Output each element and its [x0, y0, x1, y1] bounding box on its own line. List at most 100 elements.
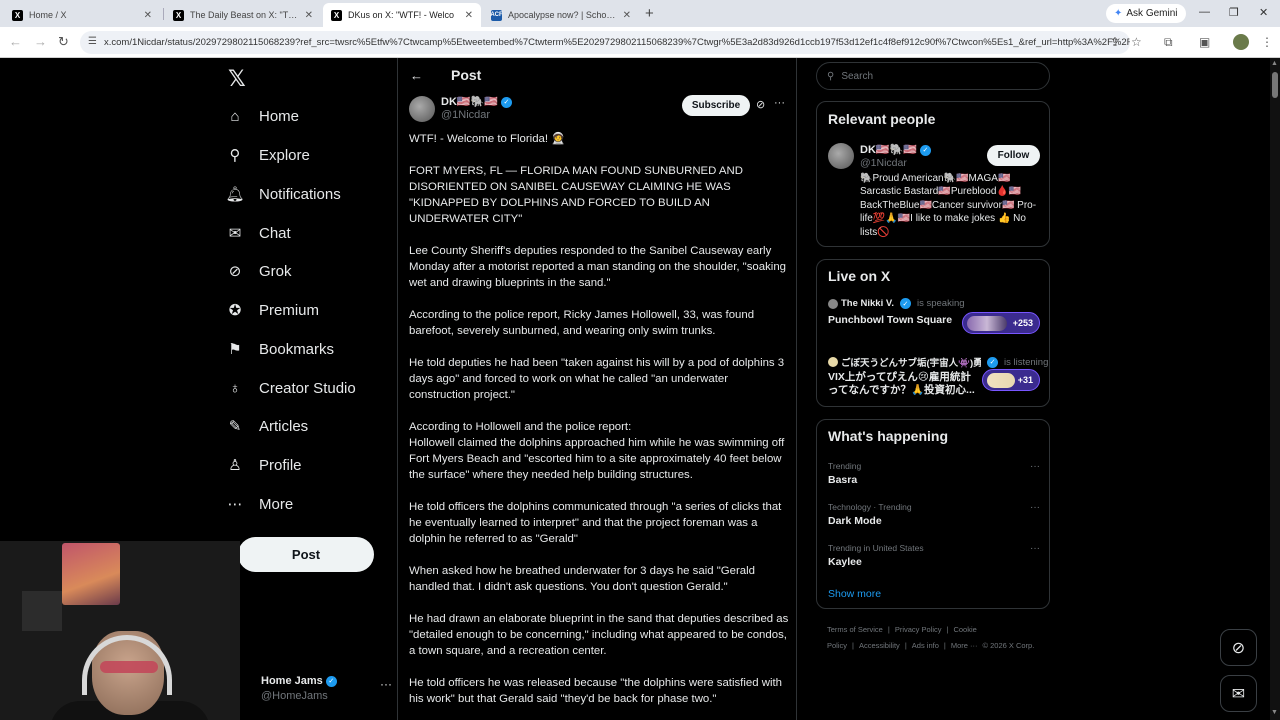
scroll-up-icon[interactable]: ▲	[1271, 60, 1278, 67]
footer-separator: |	[946, 625, 949, 634]
show-more-link[interactable]: Show more	[828, 588, 881, 600]
account-switcher[interactable]: Home Jams ✓ @HomeJams ···	[232, 672, 392, 706]
post-button[interactable]: Post	[238, 537, 374, 572]
post-paragraph: FORT MYERS, FL — FLORIDA MAN FOUND SUNBU…	[409, 165, 743, 225]
close-window-icon[interactable]: ✕	[1259, 6, 1268, 19]
nav-item-label: Creator Studio	[259, 379, 356, 397]
trend-item[interactable]: Technology · Trending Dark Mode ···	[828, 502, 1040, 527]
person-name[interactable]: DK🇺🇸🐘🇺🇸 ✓	[860, 143, 931, 156]
nav-item-creator-studio[interactable]: ♁ Creator Studio	[226, 373, 356, 403]
listener-count-pill[interactable]: +253	[962, 312, 1040, 334]
close-tab-icon[interactable]: ✕	[144, 10, 152, 21]
account-more-icon[interactable]: ···	[380, 677, 392, 691]
side-panel-icon[interactable]: ▣	[1199, 35, 1210, 49]
nav-item-home[interactable]: ⌂ Home	[226, 101, 299, 131]
trend-more-icon[interactable]: ···	[1030, 543, 1040, 554]
verified-badge-icon: ✓	[987, 356, 998, 368]
nav-item-bookmarks[interactable]: ⚑ Bookmarks	[226, 334, 334, 364]
address-bar[interactable]: ☰ x.com/1Nicdar/status/20297298021150682…	[80, 31, 1130, 54]
trend-item[interactable]: Trending in United States Kaylee ···	[828, 543, 1040, 568]
browser-tab-active[interactable]: X DKus on X: "WTF! - Welco ✕	[323, 3, 481, 27]
back-icon[interactable]: ←	[9, 34, 22, 49]
post-paragraph: He told officers he was released because…	[409, 677, 782, 705]
footer-links: Terms of Service | Privacy Policy | Cookie P…	[827, 622, 1047, 654]
browser-menu-icon[interactable]: ⋮	[1261, 35, 1273, 49]
ask-gemini-button[interactable]: ✦ Ask Gemini	[1106, 4, 1186, 23]
close-tab-icon[interactable]: ✕	[305, 10, 313, 21]
relevant-people-panel: Relevant people DK🇺🇸🐘🇺🇸 ✓ @1Nicdar Follow…	[816, 101, 1050, 247]
browser-tab[interactable]: X The Daily Beast on X: "The fam ✕	[165, 3, 321, 27]
browser-tab[interactable]: ACF Apocalypse now? | School of So ✕	[483, 3, 639, 27]
footer-link[interactable]: Ads info	[912, 641, 939, 650]
trend-more-icon[interactable]: ···	[1030, 461, 1040, 472]
restore-icon[interactable]: ❐	[1229, 6, 1239, 19]
footer-separator: |	[904, 641, 907, 650]
bookmark-icon: ⚑	[228, 341, 242, 358]
footer-link[interactable]: Terms of Service	[827, 625, 883, 634]
trend-more-icon[interactable]: ···	[1030, 502, 1040, 513]
live-space[interactable]: The Nikki V. ✓ is speaking Punchbowl Town …	[828, 298, 1040, 342]
subscribe-button[interactable]: Subscribe	[682, 95, 750, 116]
listener-avatars	[967, 316, 1007, 331]
nav-item-notifications[interactable]: 🔔︎ Notifications	[225, 179, 341, 209]
person-handle[interactable]: @1Nicdar	[860, 157, 907, 169]
grok-icon[interactable]: ⊘	[756, 98, 765, 111]
space-title: Punchbowl Town Square	[828, 314, 953, 326]
footer-separator: |	[943, 641, 946, 650]
scrollbar[interactable]: ▲ ▼	[1270, 58, 1280, 720]
trend-item[interactable]: Trending Basra ···	[828, 461, 1040, 486]
page-title: Post	[451, 67, 482, 83]
webcam-overlay	[0, 541, 240, 720]
nav-item-label: Notifications	[259, 185, 341, 203]
site-info-icon[interactable]: ☰	[88, 36, 97, 47]
search-icon: ⚲	[229, 147, 241, 164]
author-name[interactable]: DK🇺🇸🐘🇺🇸 ✓	[441, 95, 512, 108]
browser-tab[interactable]: X Home / X ✕	[4, 3, 160, 27]
author-name-text: DK🇺🇸🐘🇺🇸	[441, 96, 498, 108]
scroll-thumb[interactable]	[1272, 72, 1278, 98]
nav-item-premium[interactable]: ✪ Premium	[226, 295, 319, 325]
follow-button[interactable]: Follow	[987, 145, 1040, 166]
close-tab-icon[interactable]: ✕	[623, 10, 631, 21]
browser-tab-strip: X Home / X ✕ X The Daily Beast on X: "Th…	[0, 0, 1280, 27]
back-arrow-icon[interactable]: ←	[410, 68, 423, 83]
bookmark-star-icon[interactable]: ☆	[1131, 35, 1142, 49]
gemini-sparkle-icon: ✦	[1114, 8, 1123, 19]
footer-link[interactable]: More ···	[951, 641, 978, 650]
reload-icon[interactable]: ↻	[58, 34, 69, 50]
footer-link[interactable]: © 2026 X Corp.	[983, 641, 1035, 650]
footer-link[interactable]: Privacy Policy	[895, 625, 942, 634]
install-app-icon[interactable]: ⇪	[1110, 35, 1120, 49]
browser-profile-avatar[interactable]	[1233, 34, 1249, 50]
premium-icon: ✪	[228, 302, 242, 319]
forward-icon[interactable]: →	[34, 34, 47, 49]
more-options-icon[interactable]: ···	[774, 97, 785, 109]
trend-topic: Basra	[828, 474, 858, 486]
listener-count-pill[interactable]: +31	[982, 369, 1040, 391]
nav-item-profile[interactable]: ♙ Profile	[226, 450, 301, 480]
nav-item-explore[interactable]: ⚲ Explore	[226, 140, 310, 170]
nav-item-chat[interactable]: ✉ Chat	[226, 218, 291, 248]
avatar[interactable]	[828, 143, 854, 169]
ask-gemini-label: Ask Gemini	[1126, 8, 1178, 19]
minimize-icon[interactable]: —	[1199, 6, 1210, 18]
x-favicon-icon: X	[12, 9, 23, 21]
nav-item-articles[interactable]: ✎ Articles	[226, 411, 308, 441]
nav-item-grok[interactable]: ⊘ Grok	[226, 256, 292, 286]
live-space[interactable]: ごぼ天うどんサブ垢(宇宙人👾)勇... ✓ is listening VIX上がって…	[828, 355, 1048, 399]
post-header: ← Post	[398, 65, 481, 85]
extensions-icon[interactable]: ⧉	[1164, 35, 1173, 50]
grok-floating-button[interactable]: ⊘	[1220, 629, 1257, 666]
author-avatar[interactable]	[409, 96, 435, 122]
footer-link[interactable]: Accessibility	[859, 641, 900, 650]
account-name-text: Home Jams	[261, 675, 323, 687]
new-tab-icon[interactable]: +	[645, 5, 654, 22]
author-handle[interactable]: @1Nicdar	[441, 109, 490, 121]
x-logo-icon[interactable]: 𝕏	[228, 67, 246, 92]
scroll-down-icon[interactable]: ▼	[1271, 709, 1278, 716]
url-text: x.com/1Nicdar/status/2029729802115068239…	[104, 37, 1130, 48]
close-tab-icon[interactable]: ✕	[465, 10, 473, 21]
nav-item-more[interactable]: ⋯ More	[226, 489, 294, 519]
messages-floating-button[interactable]: ✉	[1220, 675, 1257, 712]
search-input[interactable]: ⚲ Search	[816, 62, 1050, 90]
